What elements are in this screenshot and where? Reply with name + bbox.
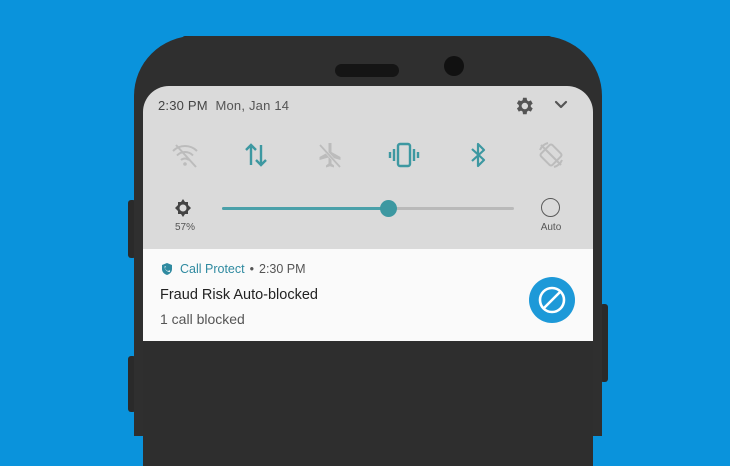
gear-icon[interactable]	[513, 95, 535, 117]
block-icon[interactable]	[529, 277, 575, 323]
notification-separator: •	[249, 262, 254, 276]
brightness-slider-fill	[222, 207, 389, 210]
auto-brightness-label: Auto	[540, 222, 562, 233]
brightness-percent: 57%	[174, 222, 195, 233]
rotation-lock-icon[interactable]	[534, 138, 568, 172]
notification-app-name: Call Protect	[180, 262, 245, 276]
notification-body: 1 call blocked	[160, 311, 245, 327]
phone-screen: 2:30 PM Mon, Jan 14 57% Auto Call Protec…	[143, 86, 593, 466]
chevron-down-icon[interactable]	[553, 98, 569, 112]
phone-frame: 2:30 PM Mon, Jan 14 57% Auto Call Protec…	[134, 36, 602, 466]
notification-shade: 2:30 PM Mon, Jan 14 57% Auto	[143, 86, 593, 249]
status-date: Mon, Jan 14	[215, 98, 290, 113]
bluetooth-icon[interactable]	[461, 138, 495, 172]
auto-brightness-toggle[interactable]	[541, 198, 560, 217]
brightness-slider[interactable]	[222, 200, 514, 217]
earpiece-speaker	[335, 64, 399, 77]
shield-phone-icon	[160, 262, 174, 276]
front-camera	[444, 56, 464, 76]
brightness-slider-thumb[interactable]	[380, 200, 398, 217]
notification-card[interactable]: Call Protect • 2:30 PM Fraud Risk Auto-b…	[143, 249, 593, 341]
wifi-off-icon[interactable]	[168, 138, 202, 172]
brightness-icon	[171, 196, 195, 220]
quick-settings-row	[143, 138, 593, 172]
vibrate-icon[interactable]	[387, 138, 421, 172]
notification-time: 2:30 PM	[259, 262, 306, 276]
airplane-mode-icon[interactable]	[313, 138, 347, 172]
status-clock: 2:30 PM Mon, Jan 14	[158, 98, 289, 113]
notification-title: Fraud Risk Auto-blocked	[160, 287, 318, 303]
brightness-row: 57% Auto	[143, 196, 593, 240]
status-time: 2:30 PM	[158, 98, 208, 113]
notification-header: Call Protect • 2:30 PM	[160, 262, 306, 276]
data-transfer-icon[interactable]	[239, 138, 273, 172]
